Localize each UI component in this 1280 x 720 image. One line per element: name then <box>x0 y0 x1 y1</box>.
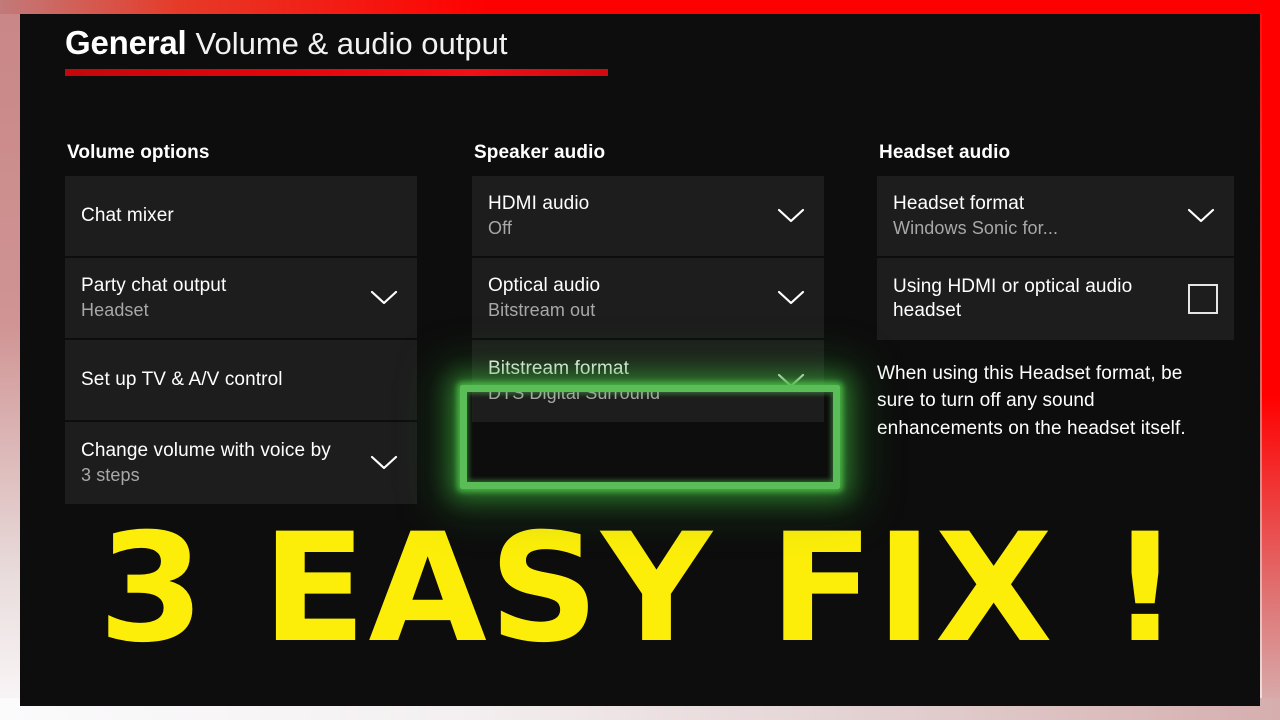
tile-group-speaker-audio: HDMI audio Off Optical audio Bitstream o… <box>472 176 824 422</box>
tile-text: HDMI audio Off <box>488 192 764 240</box>
tile-label: Using HDMI or optical audio headset <box>893 275 1133 321</box>
column-title-volume-options: Volume options <box>67 142 210 163</box>
tile-text: Using HDMI or optical audio headset <box>893 275 1178 324</box>
column-title-headset-audio: Headset audio <box>879 142 1011 163</box>
tile-bitstream-format[interactable]: Bitstream format DTS Digital Surround <box>472 340 824 422</box>
settings-screen: General Volume & audio output Volume opti… <box>20 14 1260 706</box>
headset-audio-note: When using this Headset format, be sure … <box>877 363 1186 439</box>
column-volume-options: Volume options Chat mixer Party chat out… <box>65 142 417 504</box>
column-headset-audio: Headset audio Headset format Windows Son… <box>877 142 1234 442</box>
tile-group-headset-audio: Headset format Windows Sonic for... Usin… <box>877 176 1234 340</box>
tile-text: Headset format Windows Sonic for... <box>893 192 1174 240</box>
tile-party-chat-output[interactable]: Party chat output Headset <box>65 258 417 340</box>
tile-set-up-tv-av-control[interactable]: Set up TV & A/V control <box>65 340 417 422</box>
tile-text: Set up TV & A/V control <box>81 368 401 391</box>
frame-border-right <box>1262 0 1280 720</box>
tile-label: Party chat output <box>81 275 227 297</box>
settings-columns: Volume options Chat mixer Party chat out… <box>20 142 1260 542</box>
tile-label: Change volume with voice by <box>81 440 331 462</box>
chevron-down-icon[interactable] <box>774 199 808 233</box>
chevron-down-icon[interactable] <box>1184 199 1218 233</box>
chevron-down-icon[interactable] <box>774 364 808 398</box>
tile-value: Bitstream out <box>488 300 596 321</box>
page-title: General <box>65 24 187 61</box>
tile-label: HDMI audio <box>488 193 590 215</box>
tile-label: Set up TV & A/V control <box>81 369 283 391</box>
tile-chat-mixer[interactable]: Chat mixer <box>65 176 417 258</box>
tile-text: Party chat output Headset <box>81 274 357 322</box>
thumbnail-frame: General Volume & audio output Volume opti… <box>0 0 1280 720</box>
tile-using-hdmi-or-optical-audio-headset[interactable]: Using HDMI or optical audio headset <box>877 258 1234 340</box>
tile-value: Headset <box>81 300 149 321</box>
tile-text: Optical audio Bitstream out <box>488 274 764 322</box>
caption-text: 3 EASY FIX ! <box>98 502 1182 676</box>
chevron-down-icon[interactable] <box>367 281 401 315</box>
tile-value: 3 steps <box>81 465 140 486</box>
tile-value: DTS Digital Surround <box>488 383 661 404</box>
tile-text: Chat mixer <box>81 204 401 227</box>
tile-label: Bitstream format <box>488 358 629 380</box>
tile-label: Chat mixer <box>81 205 174 227</box>
tile-value: Windows Sonic for... <box>893 218 1059 239</box>
checkbox-using-hdmi-or-optical-audio-headset[interactable] <box>1188 284 1218 314</box>
tile-label: Headset format <box>893 193 1025 215</box>
tile-text: Change volume with voice by 3 steps <box>81 439 357 487</box>
tile-hdmi-audio[interactable]: HDMI audio Off <box>472 176 824 258</box>
tile-value: Off <box>488 218 512 239</box>
column-title-speaker-audio: Speaker audio <box>474 142 606 163</box>
chevron-down-icon[interactable] <box>367 446 401 480</box>
column-speaker-audio: Speaker audio HDMI audio Off Optical aud… <box>472 142 824 422</box>
page-subtitle: Volume & audio output <box>195 26 508 61</box>
header-underline <box>65 69 608 76</box>
tile-optical-audio[interactable]: Optical audio Bitstream out <box>472 258 824 340</box>
frame-border-top <box>0 0 1280 14</box>
chevron-down-icon[interactable] <box>774 281 808 315</box>
tile-change-volume-with-voice-by[interactable]: Change volume with voice by 3 steps <box>65 422 417 504</box>
tile-text: Bitstream format DTS Digital Surround <box>488 357 764 405</box>
tile-label: Optical audio <box>488 275 601 297</box>
page-header: General Volume & audio output <box>65 26 765 59</box>
tile-headset-format[interactable]: Headset format Windows Sonic for... <box>877 176 1234 258</box>
tile-group-volume-options: Chat mixer Party chat output Headset Set… <box>65 176 417 504</box>
